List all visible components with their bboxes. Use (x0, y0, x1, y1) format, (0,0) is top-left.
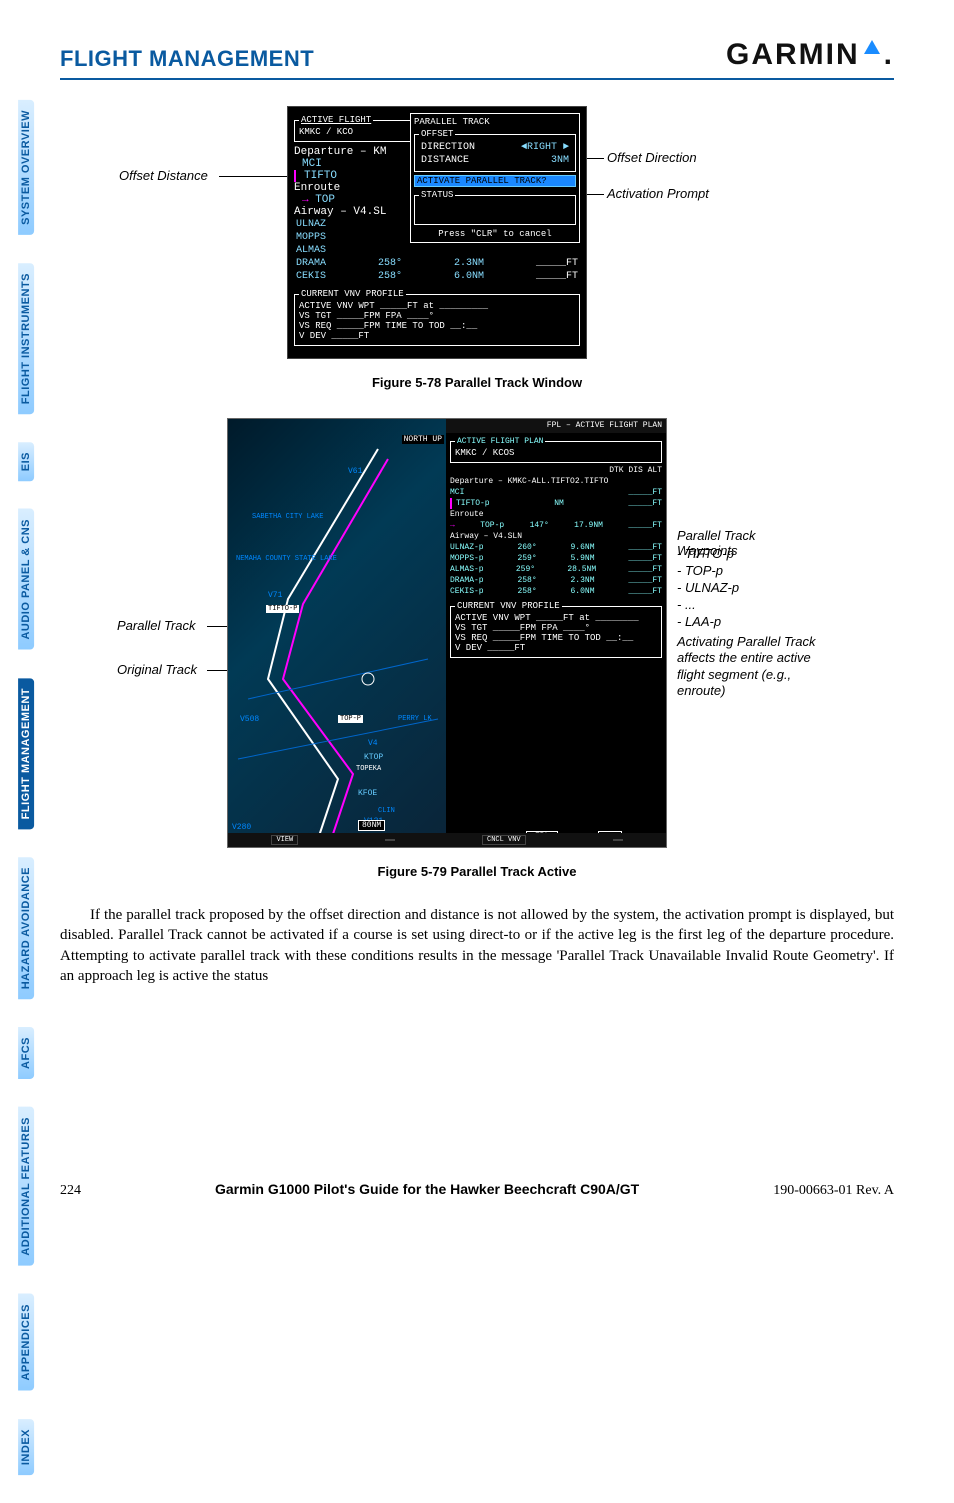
vnv-legend: CURRENT VNV PROFILE (299, 289, 406, 299)
map-range-label: 80NM (358, 820, 385, 831)
annot-offset-direction: Offset Direction (607, 150, 697, 165)
tab-flight-management[interactable]: FLIGHT MANAGEMENT (18, 678, 34, 829)
pt-distance-label: DISTANCE (421, 155, 469, 166)
figure-5-79-caption: Figure 5-79 Parallel Track Active (157, 864, 797, 879)
pt-direction-label: DIRECTION (421, 142, 475, 153)
side-tabs: SYSTEM OVERVIEW FLIGHT INSTRUMENTS EIS A… (18, 100, 50, 1503)
footer-title: Garmin G1000 Pilot's Guide for the Hawke… (215, 1181, 639, 1197)
brand-logo: GARMIN. (726, 38, 894, 72)
softkey-view[interactable]: VIEW (271, 835, 298, 845)
pt-cancel-hint: Press "CLR" to cancel (414, 229, 576, 239)
tab-flight-instruments[interactable]: FLIGHT INSTRUMENTS (18, 263, 34, 414)
annot-parallel-track: Parallel Track (117, 618, 196, 633)
map-lines-icon (228, 419, 446, 847)
pt-direction-value[interactable]: ◄RIGHT ► (521, 142, 569, 153)
tab-eis[interactable]: EIS (18, 442, 34, 481)
figure-5-78-caption: Figure 5-78 Parallel Track Window (157, 375, 797, 390)
brand-dot: . (884, 38, 894, 72)
vnv-profile-box: CURRENT VNV PROFILE ACTIVE VNV WPT _____… (294, 289, 580, 346)
pt-activate-prompt[interactable]: ACTIVATE PARALLEL TRACK? (414, 175, 576, 187)
vnv-line-2: VS REQ _____FPM TIME TO TOD __:__ (299, 321, 575, 331)
page-number: 224 (60, 1183, 81, 1199)
map-north-up: NORTH UP (402, 435, 444, 444)
body-paragraph: If the parallel track proposed by the of… (60, 905, 894, 986)
pt-offset-legend: OFFSET (419, 129, 455, 139)
mfd-map: NORTH UP V61 SABETHA CITY LAKE NEMAHA CO… (228, 419, 446, 847)
annot-pt-waypoints-list: - TIFTO-p - TOP-p - ULNAZ-p - ... - LAA-… (677, 546, 739, 630)
parallel-track-window: ACTIVE FLIGHT KMKC / KCO PARALLEL TRACK … (287, 106, 587, 359)
annot-pt-note: Activating Parallel Track affects the en… (677, 634, 837, 699)
tab-audio-panel-cns[interactable]: AUDIO PANEL & CNS (18, 509, 34, 650)
tab-index[interactable]: INDEX (18, 1419, 34, 1475)
brand-triangle-icon (864, 40, 880, 54)
page-title: FLIGHT MANAGEMENT (60, 46, 314, 72)
brand-text: GARMIN (726, 38, 860, 72)
pt-legend: PARALLEL TRACK (414, 117, 576, 127)
mfd-screenshot: GS 184KT DTK 147° TRK 146° ETE 05:51 FPL… (227, 418, 667, 848)
mfd-softkeys: VIEW CNCL VNV (228, 833, 666, 847)
tab-system-overview[interactable]: SYSTEM OVERVIEW (18, 100, 34, 235)
tab-appendices[interactable]: APPENDICES (18, 1294, 34, 1391)
pt-distance-value[interactable]: 3NM (551, 155, 569, 166)
vnv-line-0: ACTIVE VNV WPT _____FT at _________ (299, 301, 575, 311)
footer-revision: 190-00663-01 Rev. A (773, 1183, 894, 1199)
vnv-line-3: V DEV _____FT (299, 331, 575, 341)
active-flight-legend: ACTIVE FLIGHT (299, 115, 373, 125)
vnv-line-1: VS TGT _____FPM FPA ____° (299, 311, 575, 321)
softkey-cncl-vnv[interactable]: CNCL VNV (482, 835, 526, 845)
content-area: Offset Distance Offset Direction Activat… (60, 96, 894, 986)
mfd-flight-plan-panel: ACTIVE FLIGHT PLAN KMKC / KCOS DTK DIS A… (446, 433, 666, 848)
annot-original-track: Original Track (117, 662, 197, 677)
figure-5-79-wrap: Parallel Track Original Track Parallel T… (157, 418, 797, 879)
page-header: FLIGHT MANAGEMENT GARMIN. (60, 38, 894, 80)
parallel-track-popup: PARALLEL TRACK OFFSET DIRECTION◄RIGHT ► … (410, 113, 580, 243)
fpl-rows: MCI_____FT TIFTO-pNM_____FT Enroute → TO… (450, 487, 662, 597)
annot-activation-prompt: Activation Prompt (607, 186, 709, 201)
pt-status-legend: STATUS (419, 190, 455, 200)
tab-hazard-avoidance[interactable]: HAZARD AVOIDANCE (18, 857, 34, 999)
figure-5-78-wrap: Offset Distance Offset Direction Activat… (157, 106, 797, 390)
page-footer: 224 Garmin G1000 Pilot's Guide for the H… (60, 1181, 894, 1199)
tab-additional-features[interactable]: ADDITIONAL FEATURES (18, 1107, 34, 1266)
annot-offset-distance: Offset Distance (119, 168, 208, 183)
tab-afcs[interactable]: AFCS (18, 1027, 34, 1079)
